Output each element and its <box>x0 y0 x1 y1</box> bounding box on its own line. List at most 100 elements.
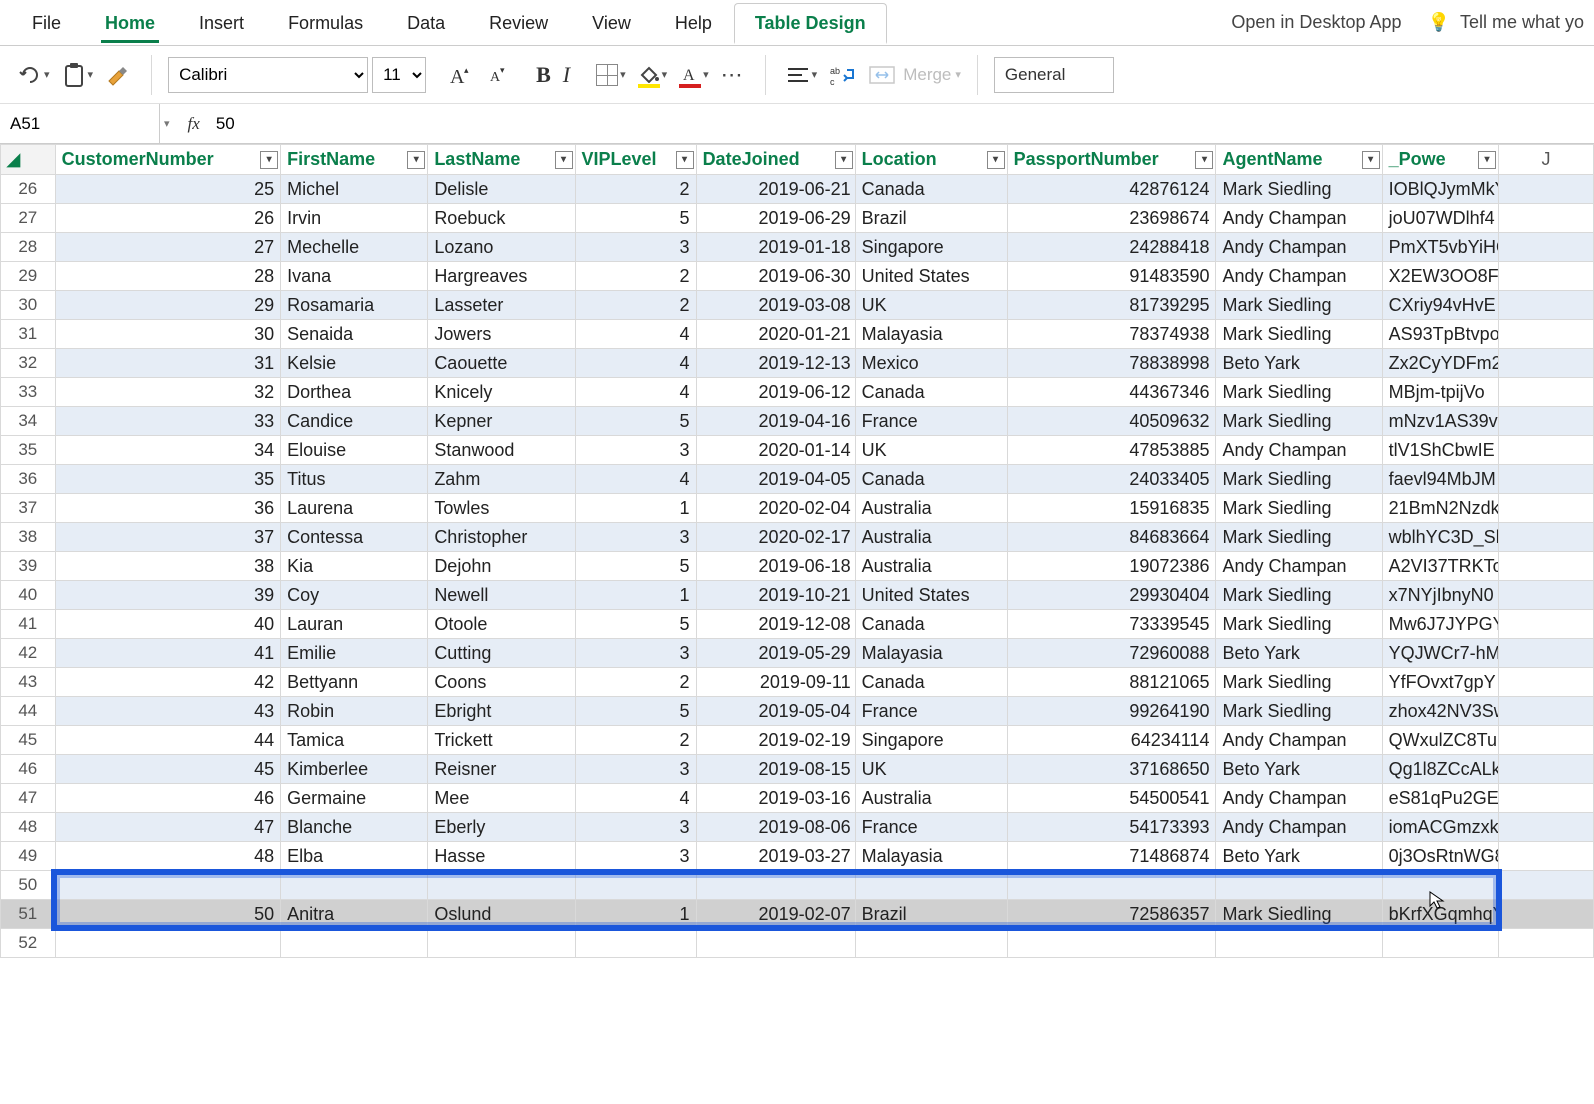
cell[interactable]: 37 <box>55 523 281 552</box>
open-in-desktop-app[interactable]: Open in Desktop App <box>1211 2 1421 43</box>
cell[interactable]: 5 <box>575 204 696 233</box>
cell[interactable]: Blanche <box>281 813 428 842</box>
cell[interactable] <box>55 929 281 958</box>
cell[interactable]: 41 <box>55 639 281 668</box>
cell[interactable]: 72586357 <box>1007 900 1216 929</box>
cell[interactable]: Kimberlee <box>281 755 428 784</box>
row-header[interactable]: 43 <box>1 668 56 697</box>
cell[interactable]: Candice <box>281 407 428 436</box>
cell[interactable]: Dejohn <box>428 552 575 581</box>
cell[interactable] <box>855 929 1007 958</box>
cell[interactable] <box>1498 639 1593 668</box>
cell[interactable]: 15916835 <box>1007 494 1216 523</box>
cell[interactable]: 19072386 <box>1007 552 1216 581</box>
cell[interactable]: 2 <box>575 262 696 291</box>
cell[interactable]: Beto Yark <box>1216 755 1382 784</box>
undo-button[interactable]: ▾ <box>14 60 54 90</box>
cell[interactable]: Andy Champan <box>1216 262 1382 291</box>
filter-dropdown-icon[interactable]: ▾ <box>1362 151 1380 169</box>
cell[interactable]: 35 <box>55 465 281 494</box>
cell[interactable] <box>1498 610 1593 639</box>
cell[interactable]: Ivana <box>281 262 428 291</box>
alignment-button[interactable]: ▾ <box>782 61 822 89</box>
cell[interactable]: Brazil <box>855 204 1007 233</box>
cell[interactable]: PmXT5vbYiHQ <box>1382 233 1498 262</box>
cell[interactable]: 5 <box>575 610 696 639</box>
column-header[interactable]: PassportNumber▾ <box>1007 145 1216 175</box>
cell[interactable] <box>1498 726 1593 755</box>
cell[interactable]: 2019-08-06 <box>696 813 855 842</box>
cell[interactable]: 4 <box>575 320 696 349</box>
cell[interactable]: Mark Siedling <box>1216 697 1382 726</box>
cell[interactable]: Canada <box>855 668 1007 697</box>
cell[interactable]: 44367346 <box>1007 378 1216 407</box>
tab-view[interactable]: View <box>570 3 653 42</box>
cell[interactable]: Michel <box>281 175 428 204</box>
cell[interactable]: France <box>855 813 1007 842</box>
cell[interactable] <box>281 929 428 958</box>
tab-help[interactable]: Help <box>653 3 734 42</box>
cell[interactable]: UK <box>855 755 1007 784</box>
cell[interactable]: 3 <box>575 639 696 668</box>
wrap-text-button[interactable]: abc <box>825 60 861 90</box>
table-row[interactable]: 4443RobinEbright52019-05-04France9926419… <box>1 697 1594 726</box>
paste-button[interactable]: ▾ <box>58 58 98 92</box>
cell[interactable]: 64234114 <box>1007 726 1216 755</box>
cell[interactable]: 50 <box>55 900 281 929</box>
cell[interactable]: Elouise <box>281 436 428 465</box>
column-header[interactable]: CustomerNumber▾ <box>55 145 281 175</box>
borders-button[interactable]: ▾ <box>592 60 630 90</box>
row-header[interactable]: 26 <box>1 175 56 204</box>
cell[interactable]: 45 <box>55 755 281 784</box>
cell[interactable]: 2019-05-04 <box>696 697 855 726</box>
cell[interactable]: 3 <box>575 523 696 552</box>
table-row[interactable]: 3635TitusZahm42019-04-05Canada24033405Ma… <box>1 465 1594 494</box>
row-header[interactable]: 44 <box>1 697 56 726</box>
cell[interactable]: Knicely <box>428 378 575 407</box>
cell[interactable]: 44 <box>55 726 281 755</box>
cell[interactable]: 5 <box>575 407 696 436</box>
cell[interactable]: 47853885 <box>1007 436 1216 465</box>
cell[interactable]: Tamica <box>281 726 428 755</box>
table-row[interactable]: 4544TamicaTrickett22019-02-19Singapore64… <box>1 726 1594 755</box>
filter-dropdown-icon[interactable]: ▾ <box>555 151 573 169</box>
cell[interactable]: Australia <box>855 494 1007 523</box>
cell[interactable]: Zahm <box>428 465 575 494</box>
table-row[interactable]: 2625MichelDelisle22019-06-21Canada428761… <box>1 175 1594 204</box>
cell[interactable]: 2019-09-11 <box>696 668 855 697</box>
cell[interactable]: 2019-03-27 <box>696 842 855 871</box>
cell[interactable]: 2019-12-13 <box>696 349 855 378</box>
cell[interactable]: United States <box>855 262 1007 291</box>
cell[interactable]: mNzv1AS39vg <box>1382 407 1498 436</box>
cell[interactable]: 2019-06-30 <box>696 262 855 291</box>
cell[interactable]: Andy Champan <box>1216 784 1382 813</box>
cell[interactable]: 23698674 <box>1007 204 1216 233</box>
cell[interactable]: 26 <box>55 204 281 233</box>
cell[interactable]: 46 <box>55 784 281 813</box>
cell[interactable]: 99264190 <box>1007 697 1216 726</box>
cell[interactable] <box>1498 465 1593 494</box>
cell[interactable]: 48 <box>55 842 281 871</box>
tab-file[interactable]: File <box>10 3 83 42</box>
table-row[interactable]: 3332DortheaKnicely42019-06-12Canada44367… <box>1 378 1594 407</box>
cell[interactable]: Irvin <box>281 204 428 233</box>
cell[interactable]: 2019-12-08 <box>696 610 855 639</box>
cell[interactable] <box>1498 349 1593 378</box>
cell[interactable]: Oslund <box>428 900 575 929</box>
cell[interactable] <box>1498 581 1593 610</box>
cell[interactable]: IOBlQJymMkY <box>1382 175 1498 204</box>
cell[interactable] <box>1498 233 1593 262</box>
cell[interactable]: 3 <box>575 842 696 871</box>
cell[interactable]: Rosamaria <box>281 291 428 320</box>
cell[interactable]: Mark Siedling <box>1216 175 1382 204</box>
table-row[interactable]: 4847BlancheEberly32019-08-06France541733… <box>1 813 1594 842</box>
cell[interactable]: Newell <box>428 581 575 610</box>
cell[interactable] <box>1382 929 1498 958</box>
cell[interactable]: Elba <box>281 842 428 871</box>
cell[interactable]: 24288418 <box>1007 233 1216 262</box>
row-header[interactable]: 36 <box>1 465 56 494</box>
cell[interactable] <box>575 871 696 900</box>
cell[interactable] <box>1498 552 1593 581</box>
cell[interactable]: 73339545 <box>1007 610 1216 639</box>
cell[interactable]: 2020-02-04 <box>696 494 855 523</box>
